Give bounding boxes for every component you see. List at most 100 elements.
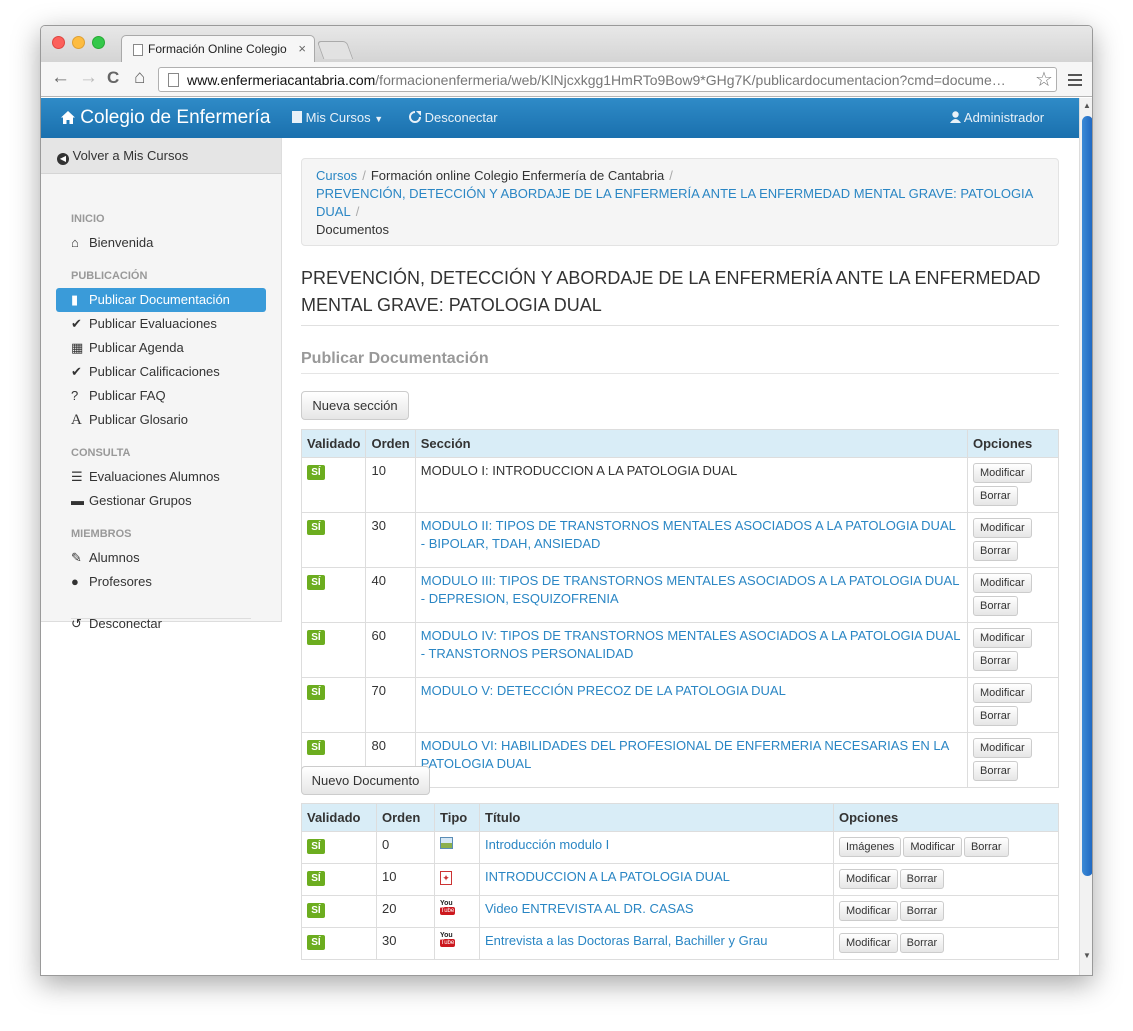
- sidebar-item-publicar-calificaciones[interactable]: ✔ Publicar Calificaciones: [56, 360, 266, 384]
- back-arrow-icon[interactable]: ←: [51, 68, 70, 88]
- borrar-button[interactable]: Borrar: [963, 837, 1009, 857]
- admin-link[interactable]: Administrador: [950, 110, 1044, 125]
- col-validado: Validado: [301, 803, 377, 832]
- seccion-link[interactable]: MODULO V: DETECCIÓN PRECOZ DE LA PATOLOG…: [421, 683, 786, 698]
- modificar-button[interactable]: Modificar: [973, 463, 1032, 483]
- borrar-button[interactable]: Borrar: [899, 933, 945, 953]
- new-tab-button[interactable]: [316, 41, 354, 59]
- minimize-window-button[interactable]: [72, 36, 85, 49]
- brand-link[interactable]: Colegio de Enfermería: [61, 107, 270, 129]
- sidebar-header-inicio: INICIO: [71, 213, 105, 225]
- sidebar-item-profesores[interactable]: ● Profesores: [56, 570, 266, 594]
- zoom-window-button[interactable]: [92, 36, 105, 49]
- documento-link[interactable]: INTRODUCCION A LA PATOLOGIA DUAL: [485, 869, 730, 884]
- sidebar-item-label: Alumnos: [89, 550, 140, 565]
- borrar-button[interactable]: Borrar: [973, 541, 1018, 561]
- scrollbar-thumb[interactable]: [1082, 116, 1092, 876]
- sidebar-item-label: Desconectar: [89, 616, 162, 631]
- scroll-down-arrow-icon[interactable]: ▼: [1083, 951, 1091, 960]
- nuevo-documento-button[interactable]: Nuevo Documento: [301, 766, 430, 795]
- nueva-seccion-button[interactable]: Nueva sección: [301, 391, 409, 420]
- modificar-button[interactable]: Modificar: [839, 901, 898, 921]
- borrar-button[interactable]: Borrar: [973, 651, 1018, 671]
- validado-badge: SÍ: [307, 520, 325, 535]
- close-window-button[interactable]: [52, 36, 65, 49]
- breadcrumb-current: Documentos: [316, 222, 389, 237]
- modificar-button[interactable]: Modificar: [903, 837, 962, 857]
- home-icon[interactable]: ⌂: [134, 68, 145, 88]
- book-icon: [292, 111, 302, 123]
- sidebar-item-bienvenida[interactable]: ⌂ Bienvenida: [56, 231, 266, 255]
- orden-cell: 10: [365, 457, 416, 513]
- seccion-link[interactable]: MODULO II: TIPOS DE TRANSTORNOS MENTALES…: [421, 518, 956, 551]
- page-scrollbar[interactable]: ▲ ▼: [1079, 98, 1092, 975]
- modificar-button[interactable]: Modificar: [839, 933, 898, 953]
- borrar-button[interactable]: Borrar: [973, 596, 1018, 616]
- forward-arrow-icon[interactable]: →: [79, 68, 98, 88]
- tab-close-icon[interactable]: ×: [298, 41, 306, 56]
- documento-link[interactable]: Entrevista a las Doctoras Barral, Bachil…: [485, 933, 768, 948]
- table-row: SÍ 10 MODULO I: INTRODUCCION A LA PATOLO…: [300, 457, 1059, 513]
- sidebar-item-publicar-evaluaciones[interactable]: ✔ Publicar Evaluaciones: [56, 312, 266, 336]
- reload-icon[interactable]: C: [107, 68, 119, 88]
- sidebar-item-publicar-faq[interactable]: ? Publicar FAQ: [56, 384, 266, 408]
- sidebar-item-label: Gestionar Grupos: [89, 493, 192, 508]
- validado-badge: SÍ: [307, 575, 325, 590]
- logout-icon: ↺: [71, 616, 82, 631]
- calendar-icon: ▦: [71, 340, 84, 355]
- borrar-button[interactable]: Borrar: [899, 901, 945, 921]
- table-row: SÍ 60 MODULO IV: TIPOS DE TRANSTORNOS ME…: [300, 622, 1059, 678]
- list-icon: ☰: [71, 469, 83, 484]
- table-row: SÍ 10 ✦ INTRODUCCION A LA PATOLOGIA DUAL…: [301, 863, 1059, 896]
- menu-icon[interactable]: [1068, 74, 1082, 89]
- seccion-link[interactable]: MODULO IV: TIPOS DE TRANSTORNOS MENTALES…: [421, 628, 960, 661]
- pencil-icon: ✎: [71, 550, 82, 565]
- documento-link[interactable]: Video ENTREVISTA AL DR. CASAS: [485, 901, 694, 916]
- breadcrumb-sep: /: [362, 168, 366, 183]
- browser-window: Formación Online Colegio × ← → C ⌂ www.e…: [40, 25, 1093, 976]
- url-path: /formacionenfermeria/web/KlNjcxkgg1HmRTo…: [375, 72, 1006, 88]
- col-validado: Validado: [300, 429, 367, 458]
- sidebar-item-publicar-documentacion[interactable]: ▮ Publicar Documentación: [56, 288, 266, 312]
- sidebar-item-desconectar[interactable]: ↺ Desconectar: [56, 612, 266, 636]
- modificar-button[interactable]: Modificar: [973, 628, 1032, 648]
- home-icon: [61, 111, 75, 124]
- table-row: SÍ 20 You Tube Video ENTREVISTA AL DR. CA…: [301, 895, 1059, 928]
- borrar-button[interactable]: Borrar: [973, 486, 1018, 506]
- back-to-courses-link[interactable]: ◀ Volver a Mis Cursos: [41, 138, 281, 174]
- sidebar-item-evaluaciones-alumnos[interactable]: ☰ Evaluaciones Alumnos: [56, 465, 266, 489]
- mis-cursos-dropdown[interactable]: Mis Cursos ▼: [292, 110, 383, 125]
- seccion-link[interactable]: MODULO III: TIPOS DE TRANSTORNOS MENTALE…: [421, 573, 959, 606]
- modificar-button[interactable]: Modificar: [839, 869, 898, 889]
- secciones-table: Validado Orden Sección Opciones SÍ 10 MO…: [300, 429, 1059, 788]
- file-icon: ▮: [71, 292, 79, 307]
- desconectar-link[interactable]: Desconectar: [409, 110, 498, 125]
- modificar-button[interactable]: Modificar: [973, 573, 1032, 593]
- gallery-icon: [440, 837, 453, 849]
- modificar-button[interactable]: Modificar: [973, 683, 1032, 703]
- breadcrumb-curso[interactable]: PREVENCIÓN, DETECCIÓN Y ABORDAJE DE LA E…: [316, 186, 1033, 219]
- bookmark-star-icon[interactable]: ☆: [1035, 67, 1053, 92]
- documento-link[interactable]: Introducción modulo I: [485, 837, 609, 852]
- scroll-up-arrow-icon[interactable]: ▲: [1083, 101, 1091, 110]
- seccion-cell: MODULO I: INTRODUCCION A LA PATOLOGIA DU…: [414, 457, 969, 513]
- modificar-button[interactable]: Modificar: [973, 518, 1032, 538]
- sidebar-item-label: Publicar Calificaciones: [89, 364, 220, 379]
- sidebar-item-gestionar-grupos[interactable]: ▬ Gestionar Grupos: [56, 489, 266, 513]
- col-seccion: Sección: [414, 429, 969, 458]
- borrar-button[interactable]: Borrar: [973, 706, 1018, 726]
- breadcrumb-cursos[interactable]: Cursos: [316, 168, 357, 183]
- browser-tab[interactable]: Formación Online Colegio ×: [121, 35, 315, 63]
- home-icon: ⌂: [71, 235, 79, 250]
- seccion-link[interactable]: MODULO VI: HABILIDADES DEL PROFESIONAL D…: [421, 738, 949, 771]
- imagenes-button[interactable]: Imágenes: [839, 837, 902, 857]
- sidebar-item-publicar-agenda[interactable]: ▦ Publicar Agenda: [56, 336, 266, 360]
- sidebar-header-consulta: CONSULTA: [71, 447, 131, 459]
- borrar-button[interactable]: Borrar: [973, 761, 1018, 781]
- sidebar-item-publicar-glosario[interactable]: A Publicar Glosario: [56, 408, 266, 432]
- sidebar-item-alumnos[interactable]: ✎ Alumnos: [56, 546, 266, 570]
- briefcase-icon: ▬: [71, 493, 84, 508]
- borrar-button[interactable]: Borrar: [899, 869, 945, 889]
- modificar-button[interactable]: Modificar: [973, 738, 1032, 758]
- address-bar[interactable]: www.enfermeriacantabria.com/formacionenf…: [158, 67, 1057, 92]
